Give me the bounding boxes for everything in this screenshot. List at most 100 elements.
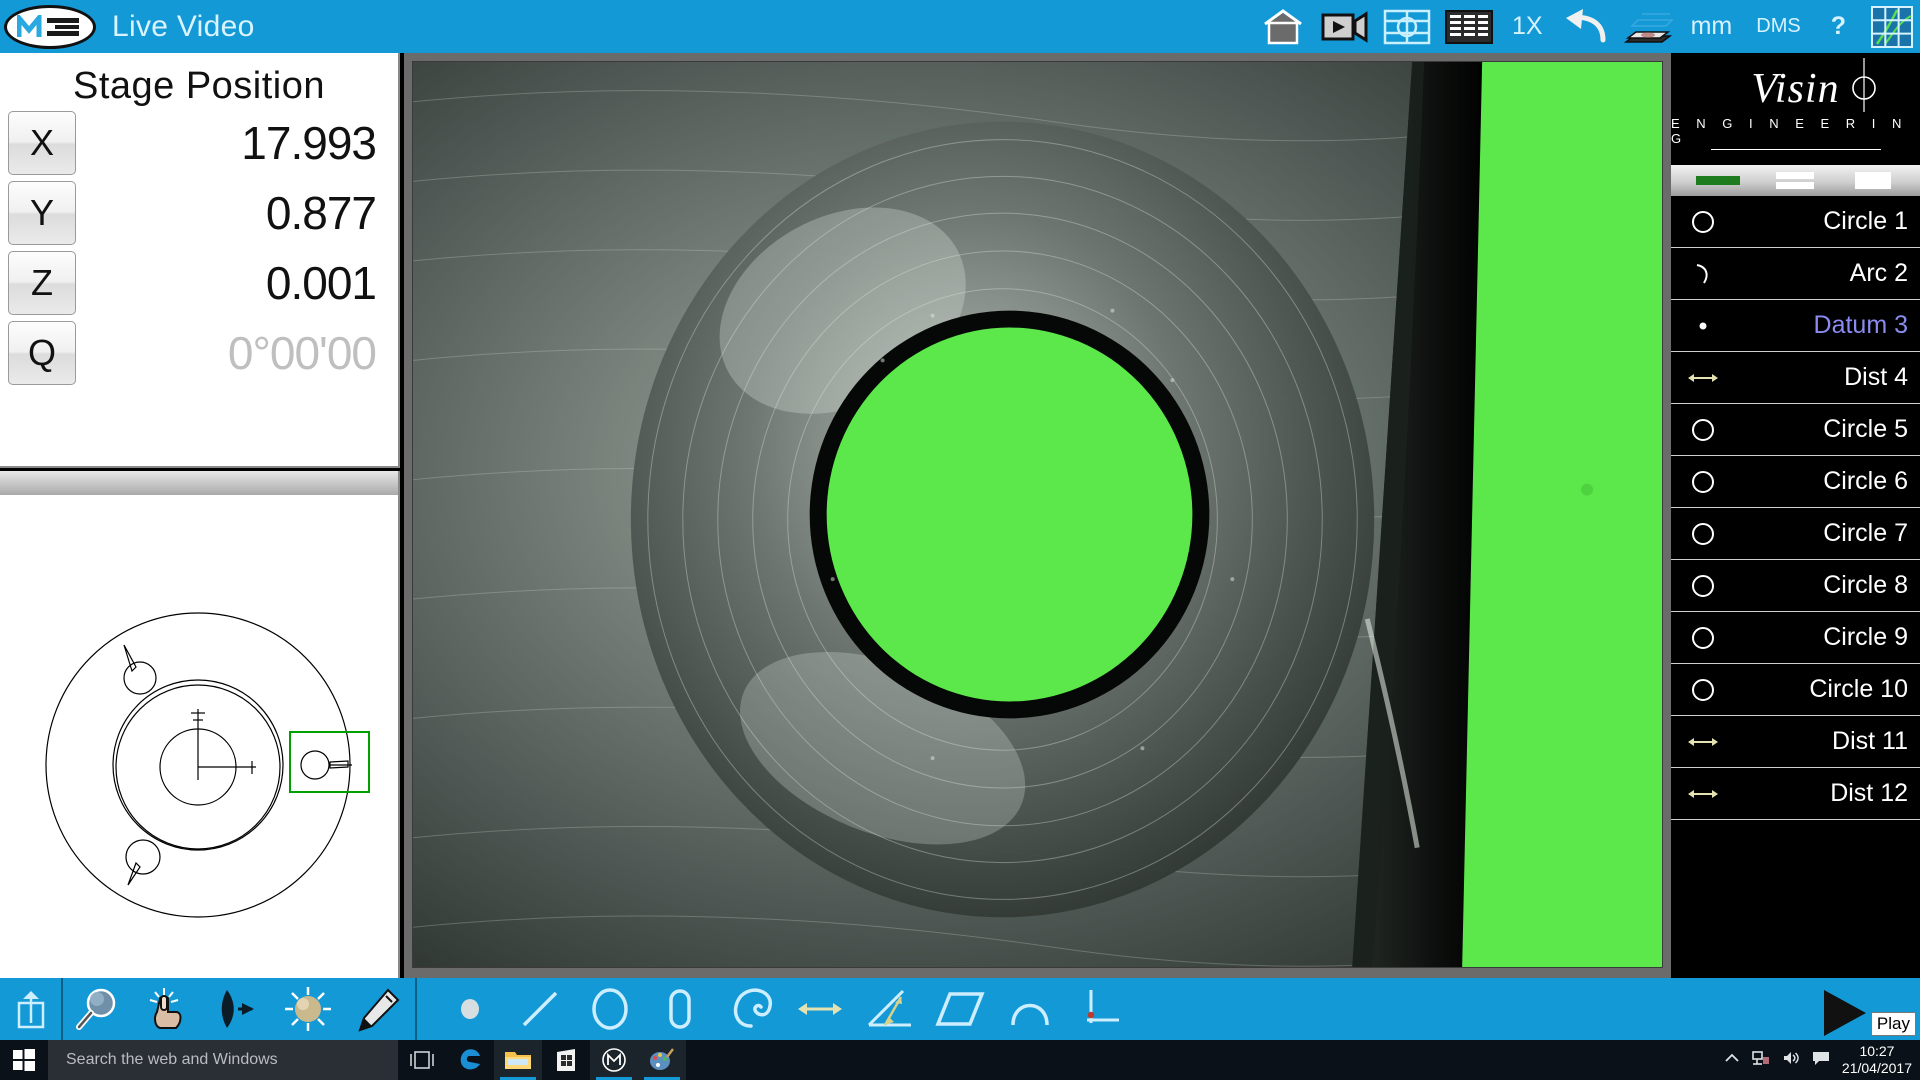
slot-tool-icon[interactable] (645, 978, 715, 1040)
play-control[interactable]: Play (1720, 978, 1920, 1040)
features-sidebar: Visin E N G I N E E R I N G Circle 1 Arc … (1671, 53, 1920, 980)
windows-start-icon[interactable] (0, 1040, 48, 1080)
stage-position-panel: Stage Position X 17.993 Y 0.877 Z 0.001 … (0, 53, 400, 468)
vision-engineering-logo: Visin E N G I N E E R I N G (1671, 53, 1920, 165)
axis-value-y: 0.877 (76, 186, 398, 240)
feature-label: Datum 3 (1723, 311, 1908, 340)
circle-icon (1683, 417, 1723, 443)
feature-row[interactable]: Circle 8 (1671, 560, 1920, 612)
export-up-icon[interactable] (0, 978, 63, 1040)
feature-row[interactable]: Circle 6 (1671, 456, 1920, 508)
feature-row[interactable]: Circle 1 (1671, 196, 1920, 248)
volume-icon[interactable] (1782, 1050, 1800, 1071)
datum-tool-icon[interactable] (1065, 978, 1135, 1040)
show-hidden-icons-chevron[interactable] (1724, 1051, 1740, 1069)
circle-icon (1683, 521, 1723, 547)
grid-map-icon[interactable] (1864, 0, 1920, 53)
focus-icon[interactable] (203, 978, 273, 1040)
part-drawing-panel[interactable] (0, 471, 400, 1031)
tab-list[interactable] (1767, 170, 1823, 192)
distance-icon (1683, 785, 1723, 803)
taskbar-clock[interactable]: 10:27 21/04/2017 (1842, 1043, 1912, 1078)
feature-row[interactable]: Circle 10 (1671, 664, 1920, 716)
distance-tool-icon[interactable] (785, 978, 855, 1040)
parallelogram-tool-icon[interactable] (925, 978, 995, 1040)
crosshair-o-icon (1847, 58, 1881, 112)
axis-button-q[interactable]: Q (8, 321, 76, 385)
windows-taskbar: Search the web and Windows (0, 1040, 1920, 1080)
axis-value-q: 0°00'00 (76, 326, 398, 380)
cad-panel-header (0, 471, 398, 495)
part-drawing[interactable] (0, 495, 400, 1025)
point-tool-icon[interactable] (435, 978, 505, 1040)
stage-plane-icon[interactable] (1617, 0, 1679, 53)
help-button[interactable]: ? (1813, 12, 1864, 41)
axis-button-z[interactable]: Z (8, 251, 76, 315)
network-icon[interactable] (1752, 1050, 1770, 1071)
axis-value-z: 0.001 (76, 256, 398, 310)
axis-row-y: Y 0.877 (0, 178, 398, 248)
circle-tool-icon[interactable] (575, 978, 645, 1040)
sidebar-tab-strip (1671, 165, 1920, 196)
action-center-icon[interactable] (1812, 1050, 1830, 1071)
circle-icon (1683, 469, 1723, 495)
file-explorer-icon[interactable] (494, 1040, 542, 1080)
annotate-pencil-icon[interactable] (343, 978, 413, 1040)
feature-label: Arc 2 (1723, 259, 1908, 288)
play-triangle-icon[interactable] (1812, 984, 1874, 1042)
axis-row-x: X 17.993 (0, 108, 398, 178)
feature-row[interactable]: Dist 11 (1671, 716, 1920, 768)
crosshair-target-icon[interactable] (1376, 0, 1438, 53)
tab-page[interactable] (1845, 170, 1901, 192)
feature-row[interactable]: Circle 5 (1671, 404, 1920, 456)
m3-logo (4, 5, 96, 49)
undo-arrow-icon[interactable] (1555, 0, 1617, 53)
toolbar-divider (415, 978, 417, 1040)
m3-logo-mark (17, 15, 83, 39)
line-tool-icon[interactable] (505, 978, 575, 1040)
distance-icon (1683, 369, 1723, 387)
units-label[interactable]: mm (1679, 12, 1745, 41)
task-view-icon[interactable] (398, 1040, 446, 1080)
feature-label: Dist 12 (1723, 779, 1908, 808)
arc-tool-icon[interactable] (995, 978, 1065, 1040)
feature-label: Circle 10 (1723, 675, 1908, 704)
feature-label: Circle 9 (1723, 623, 1908, 652)
search-input[interactable]: Search the web and Windows (48, 1040, 398, 1080)
store-icon[interactable] (542, 1040, 590, 1080)
results-table-icon[interactable] (1438, 0, 1500, 53)
axis-button-y[interactable]: Y (8, 181, 76, 245)
clock-date: 21/04/2017 (1842, 1060, 1912, 1078)
blob-tool-icon[interactable] (715, 978, 785, 1040)
magnifier-icon[interactable] (63, 978, 133, 1040)
feature-row[interactable]: Circle 9 (1671, 612, 1920, 664)
m3-app-icon[interactable] (590, 1040, 638, 1080)
circle-icon (1683, 625, 1723, 651)
green-bar-icon (1696, 176, 1740, 185)
feature-list[interactable]: Circle 1Arc 2Datum 3Dist 4Circle 5Circle… (1671, 196, 1920, 820)
video-camera-icon[interactable] (1314, 0, 1376, 53)
paint-icon[interactable] (638, 1040, 686, 1080)
feature-row[interactable]: Arc 2 (1671, 248, 1920, 300)
measure-tool-group (435, 978, 1135, 1040)
play-tooltip: Play (1871, 1012, 1916, 1036)
arc-icon (1683, 261, 1723, 287)
magnification-label[interactable]: 1X (1500, 12, 1555, 41)
touch-hand-icon[interactable] (133, 978, 203, 1040)
live-video-feed[interactable] (412, 61, 1663, 968)
angle-format-label[interactable]: DMS (1744, 15, 1812, 38)
feature-row[interactable]: Circle 7 (1671, 508, 1920, 560)
distance-icon (1683, 733, 1723, 751)
axis-button-x[interactable]: X (8, 111, 76, 175)
feature-row[interactable]: Datum 3 (1671, 300, 1920, 352)
brand-wordmark: Visin (1751, 68, 1839, 110)
feature-row[interactable]: Dist 4 (1671, 352, 1920, 404)
tab-features[interactable] (1690, 170, 1746, 192)
feature-row[interactable]: Dist 12 (1671, 768, 1920, 820)
illumination-icon[interactable] (273, 978, 343, 1040)
edge-browser-icon[interactable] (446, 1040, 494, 1080)
angle-tool-icon[interactable] (855, 978, 925, 1040)
home-icon[interactable] (1252, 0, 1314, 53)
bottom-toolbar: Play (0, 978, 1920, 1040)
stage-position-title: Stage Position (0, 53, 398, 108)
